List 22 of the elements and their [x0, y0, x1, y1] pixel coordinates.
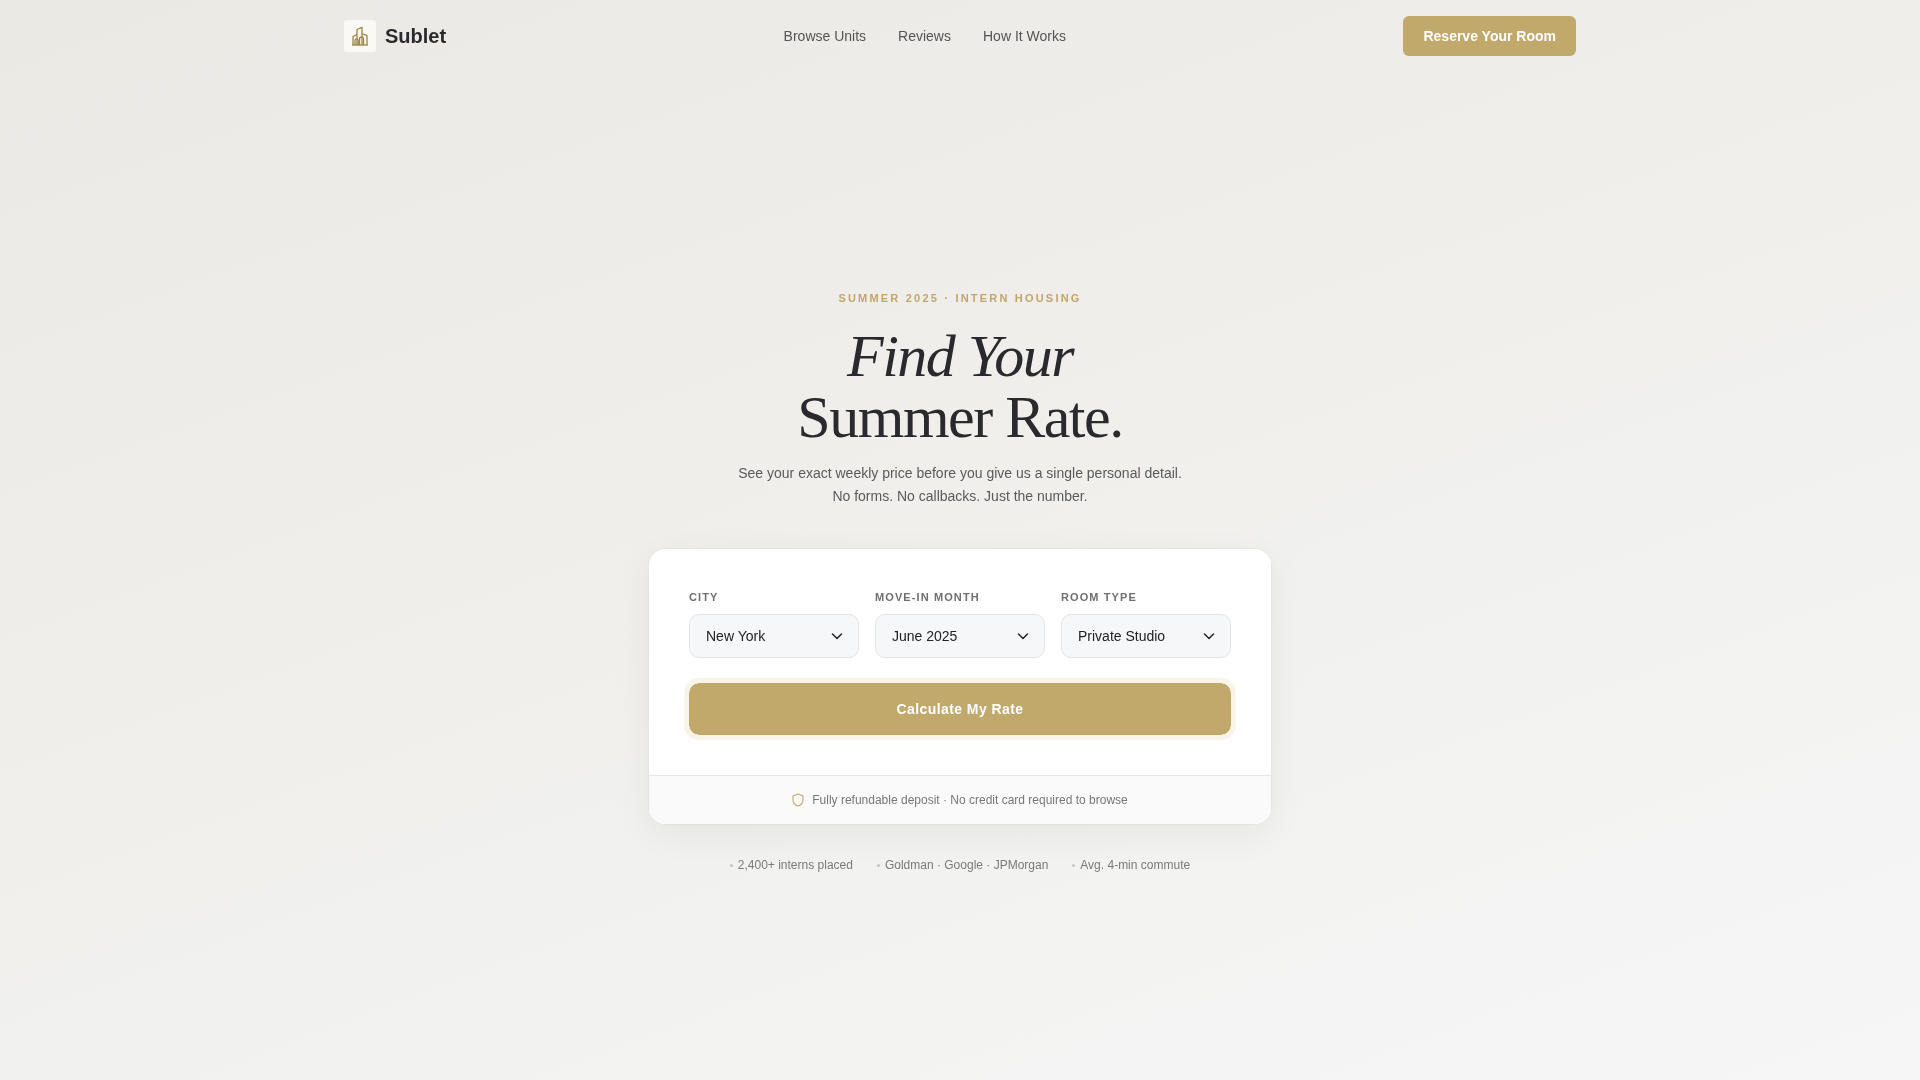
dropdown-field[interactable]: June 2025 [875, 614, 1045, 659]
brand-name[interactable]: Sublet [385, 24, 447, 48]
stat-text: Avg. 4-min commute [1080, 857, 1191, 875]
dropdown-field[interactable]: New York [689, 614, 859, 659]
dropdown-field[interactable]: Private Studio [1061, 614, 1231, 659]
nav-link[interactable]: How It Works [983, 27, 1066, 45]
eyebrow-text: SUMMER 2025 · INTERN HOUSING [838, 291, 1082, 306]
dot-icon [729, 863, 733, 867]
field-label: ROOM TYPE [1061, 590, 1137, 606]
field-label: CITY [689, 590, 719, 606]
field-label: MOVE-IN MONTH [875, 590, 980, 606]
footnote-text: Fully refundable deposit · No credit card required to browse [812, 792, 1128, 809]
hero-title: Find Your Summer Rate. [797, 326, 1123, 449]
logo-icon [344, 20, 376, 52]
nav-link[interactable]: Browse Units [783, 27, 867, 45]
stat-text: Goldman · Google · JPMorgan [884, 857, 1049, 875]
hero-subtitle: See your exact weekly price before you give us a single personal detail. No forms. No callbacks. Just the number. [738, 464, 1182, 506]
shield-icon [792, 793, 805, 808]
nav-link[interactable]: Reviews [898, 27, 951, 45]
dot-icon [876, 863, 880, 867]
stat-text: 2,400+ interns placed [737, 857, 853, 875]
dot-icon [1072, 863, 1076, 867]
